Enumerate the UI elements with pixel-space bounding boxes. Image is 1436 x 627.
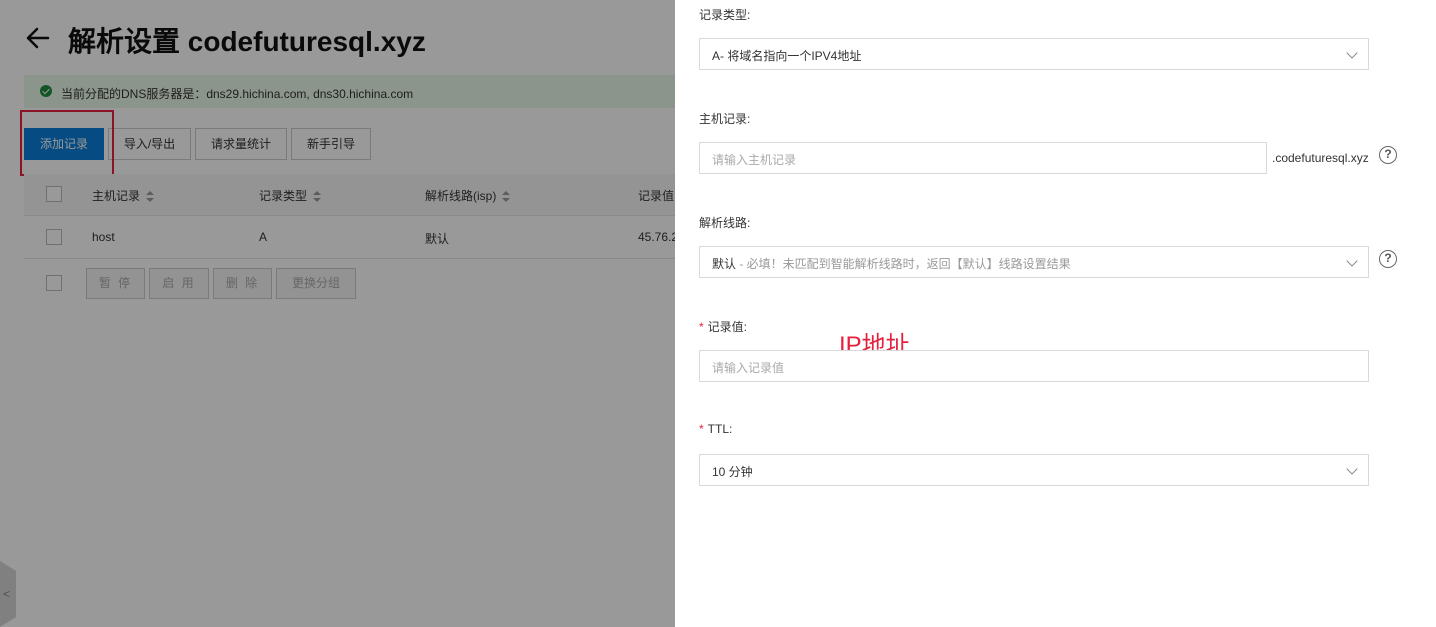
record-value-label: * 记录值:	[699, 320, 748, 334]
add-record-panel: 记录类型: A- 将域名指向一个IPV4地址 主机记录: 请输入主机记录 .co…	[675, 0, 1436, 627]
host-record-placeholder: 请输入主机记录	[712, 153, 797, 167]
record-value-input[interactable]: 请输入记录值	[699, 350, 1369, 382]
resolve-line-label: 解析线路:	[699, 216, 751, 230]
modal-overlay[interactable]	[0, 0, 675, 627]
chevron-down-icon	[1346, 463, 1358, 475]
chevron-down-icon	[1346, 47, 1358, 59]
ttl-value: 10 分钟	[712, 465, 753, 479]
ttl-label: * TTL:	[699, 422, 733, 436]
record-value-placeholder: 请输入记录值	[712, 361, 785, 375]
host-record-input[interactable]: 请输入主机记录	[699, 142, 1267, 174]
resolve-line-select[interactable]: 默认 - 必填！未匹配到智能解析线路时，返回【默认】线路设置结果	[699, 246, 1369, 278]
help-icon[interactable]: ?	[1379, 146, 1397, 164]
record-type-value: A- 将域名指向一个IPV4地址	[712, 49, 862, 63]
record-type-label: 记录类型:	[699, 8, 751, 22]
help-icon[interactable]: ?	[1379, 250, 1397, 268]
domain-suffix: .codefuturesql.xyz	[1272, 151, 1369, 165]
ttl-select[interactable]: 10 分钟	[699, 454, 1369, 486]
chevron-down-icon	[1346, 255, 1358, 267]
host-record-label: 主机记录:	[699, 112, 751, 126]
record-type-select[interactable]: A- 将域名指向一个IPV4地址	[699, 38, 1369, 70]
resolve-line-value: 默认 - 必填！未匹配到智能解析线路时，返回【默认】线路设置结果	[712, 257, 1071, 271]
